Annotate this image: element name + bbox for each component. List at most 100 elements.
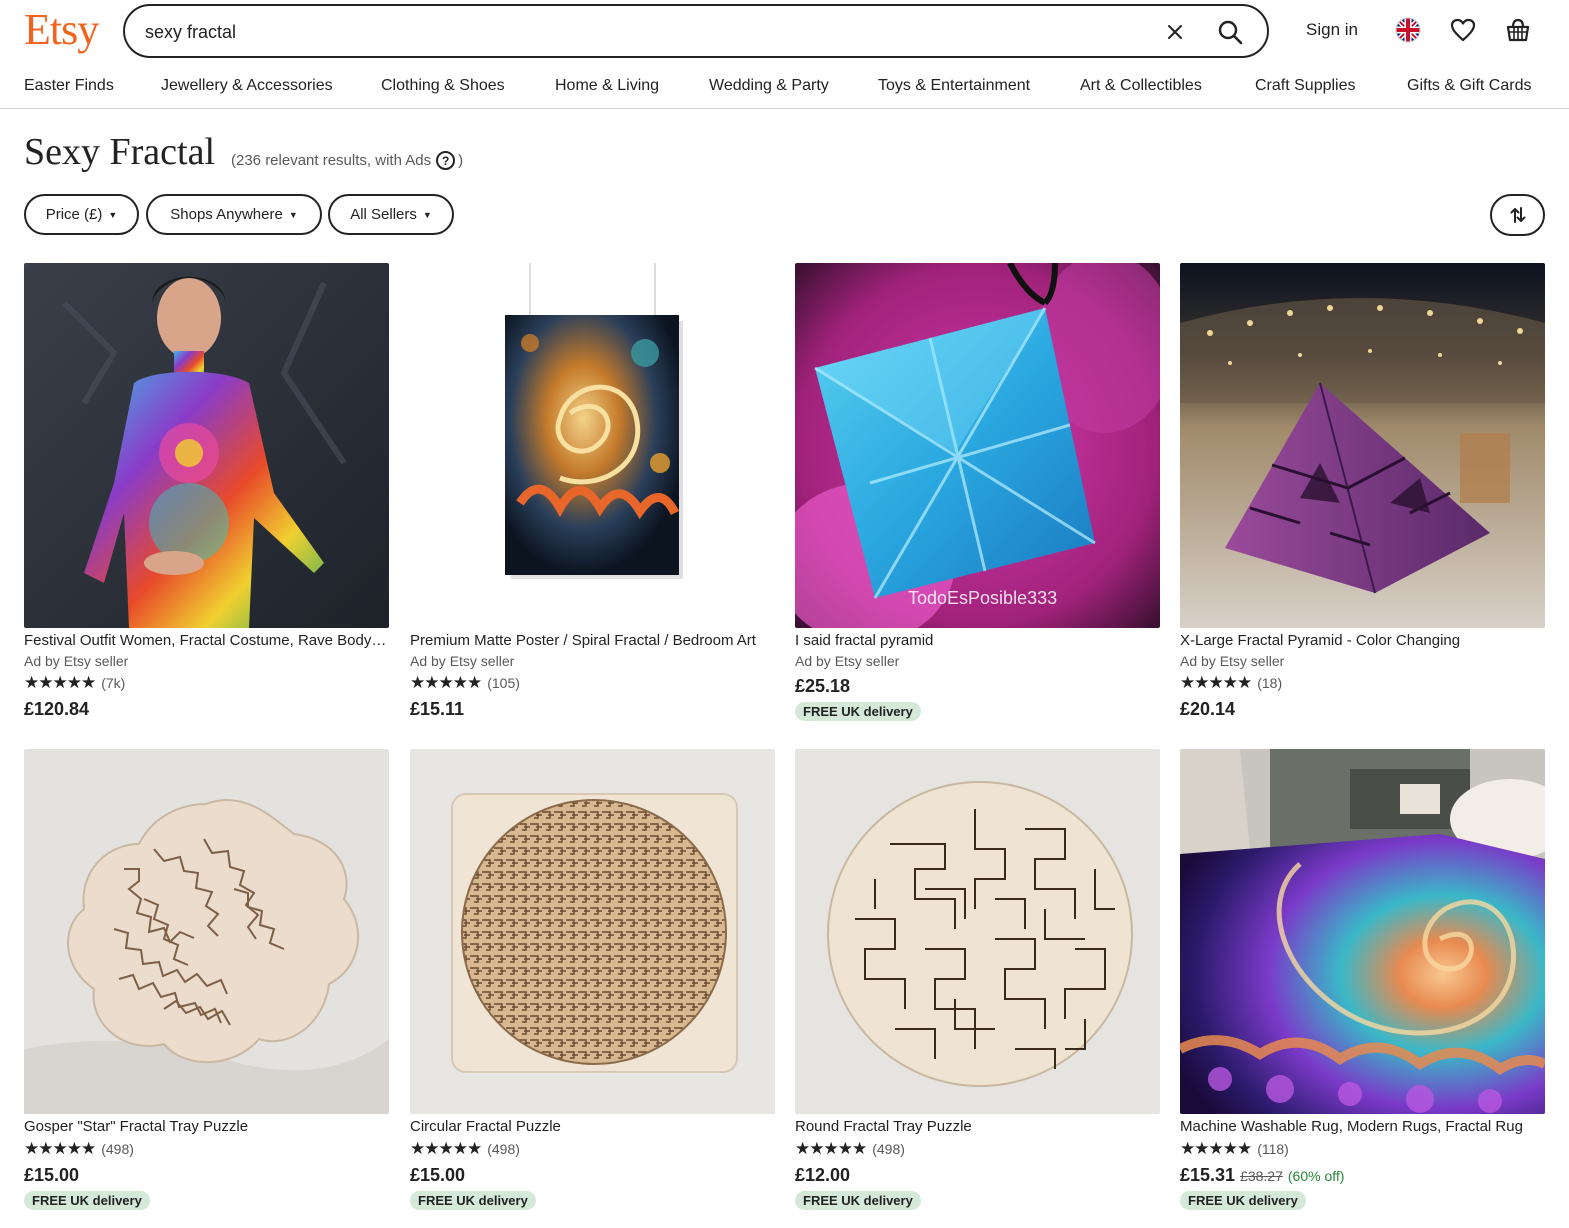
- nav-item-clothing[interactable]: Clothing & Shoes: [381, 77, 505, 95]
- price: £20.14: [1180, 699, 1236, 719]
- review-count: (105): [487, 675, 520, 691]
- product-title[interactable]: Round Fractal Tray Puzzle: [795, 1117, 1160, 1136]
- product-title[interactable]: Circular Fractal Puzzle: [410, 1117, 775, 1136]
- product-card[interactable]: Festival Outfit Women, Fractal Costume, …: [24, 263, 389, 721]
- sellers-filter-label: All Sellers: [350, 206, 417, 223]
- product-card[interactable]: Machine Washable Rug, Modern Rugs, Fract…: [1180, 749, 1545, 1210]
- star-rating-icon: ★★★★★: [1180, 1139, 1252, 1158]
- price: £12.00: [795, 1165, 851, 1185]
- page-title: Sexy Fractal: [24, 131, 216, 173]
- nav-item-toys[interactable]: Toys & Entertainment: [878, 77, 1030, 95]
- product-image[interactable]: TodoEsPosible333: [795, 263, 1160, 628]
- product-title[interactable]: Premium Matte Poster / Spiral Fractal / …: [410, 631, 775, 650]
- free-delivery-badge: FREE UK delivery: [795, 1191, 921, 1210]
- product-title[interactable]: I said fractal pyramid: [795, 631, 1160, 650]
- caret-down-icon: ▼: [108, 209, 118, 220]
- review-count: (18): [1257, 675, 1283, 691]
- product-image[interactable]: [1180, 749, 1545, 1114]
- star-rating-icon: ★★★★★: [24, 673, 96, 692]
- product-image[interactable]: [24, 263, 389, 628]
- original-price: £38.27: [1240, 1168, 1283, 1184]
- price: £25.18: [795, 676, 851, 696]
- header: Etsy Sign in: [0, 0, 1569, 62]
- sign-in-button[interactable]: Sign in: [1294, 16, 1370, 44]
- product-card[interactable]: TodoEsPosible333 I said fractal pyramid …: [795, 263, 1160, 721]
- product-card[interactable]: Circular Fractal Puzzle ★★★★★ (498) £15.…: [410, 749, 775, 1210]
- search-icon: [1218, 20, 1243, 45]
- product-card[interactable]: Gosper "Star" Fractal Tray Puzzle ★★★★★ …: [24, 749, 389, 1210]
- star-rating-icon: ★★★★★: [1180, 673, 1252, 692]
- product-image[interactable]: [795, 749, 1160, 1114]
- result-count-close: ): [458, 152, 464, 169]
- product-image[interactable]: [410, 263, 775, 628]
- discount-label: (60% off): [1287, 1168, 1345, 1184]
- caret-down-icon: ▼: [288, 209, 298, 220]
- sort-button[interactable]: [1490, 194, 1545, 236]
- product-title[interactable]: Festival Outfit Women, Fractal Costume, …: [24, 631, 389, 650]
- price: £15.31: [1180, 1165, 1236, 1185]
- nav-item-art[interactable]: Art & Collectibles: [1080, 77, 1202, 95]
- ad-label: Ad by Etsy seller: [410, 653, 515, 669]
- product-image[interactable]: [1180, 263, 1545, 628]
- clear-search-button[interactable]: [1161, 18, 1189, 46]
- product-title[interactable]: X-Large Fractal Pyramid - Color Changing: [1180, 631, 1545, 650]
- uk-flag-icon: [1395, 17, 1421, 43]
- star-rating-icon: ★★★★★: [410, 1139, 482, 1158]
- price-row: £15.31 £38.27 (60% off): [1180, 1165, 1545, 1187]
- nav-item-wedding[interactable]: Wedding & Party: [709, 77, 829, 95]
- sellers-filter-button[interactable]: All Sellers ▼: [328, 194, 454, 235]
- price-row: £15.00: [410, 1165, 775, 1187]
- rating: ★★★★★ (498): [795, 1139, 1160, 1159]
- rating: ★★★★★ (105): [410, 673, 775, 693]
- price-filter-button[interactable]: Price (£) ▼: [24, 194, 139, 235]
- nav-item-jewellery[interactable]: Jewellery & Accessories: [161, 77, 333, 95]
- free-delivery-badge: FREE UK delivery: [795, 702, 921, 721]
- price-row: £120.84: [24, 699, 389, 721]
- review-count: (7k): [101, 675, 126, 691]
- heart-icon: [1450, 18, 1476, 42]
- caret-down-icon: ▼: [422, 209, 432, 220]
- result-count: (236 relevant results, with Ads ? ): [231, 151, 463, 170]
- review-count: (498): [487, 1141, 520, 1157]
- shops-filter-button[interactable]: Shops Anywhere ▼: [146, 194, 322, 235]
- cart-button[interactable]: [1502, 14, 1534, 46]
- price-row: £25.18: [795, 676, 1160, 698]
- star-rating-icon: ★★★★★: [410, 673, 482, 692]
- product-card[interactable]: Premium Matte Poster / Spiral Fractal / …: [410, 263, 775, 721]
- product-card[interactable]: Round Fractal Tray Puzzle ★★★★★ (498) £1…: [795, 749, 1160, 1210]
- price: £15.11: [410, 699, 465, 719]
- close-icon: [1168, 25, 1182, 39]
- price: £15.00: [24, 1165, 80, 1185]
- watermark-text: TodoEsPosible333: [908, 588, 1057, 608]
- nav-item-easter-finds[interactable]: Easter Finds: [24, 77, 114, 95]
- result-count-text: (236 relevant results, with Ads: [231, 152, 432, 169]
- search-button[interactable]: [1213, 15, 1247, 49]
- favorites-button[interactable]: [1447, 14, 1479, 46]
- review-count: (498): [101, 1141, 134, 1157]
- rating: ★★★★★ (498): [24, 1139, 389, 1159]
- product-card[interactable]: X-Large Fractal Pyramid - Color Changing…: [1180, 263, 1545, 721]
- help-icon[interactable]: ?: [436, 151, 456, 170]
- product-image[interactable]: [410, 749, 775, 1114]
- category-nav: Easter Finds Jewellery & Accessories Clo…: [0, 62, 1569, 109]
- product-title[interactable]: Gosper "Star" Fractal Tray Puzzle: [24, 1117, 389, 1136]
- rating: ★★★★★ (18): [1180, 673, 1545, 693]
- ad-label: Ad by Etsy seller: [795, 653, 900, 669]
- shops-filter-label: Shops Anywhere: [170, 206, 283, 223]
- nav-item-gifts[interactable]: Gifts & Gift Cards: [1407, 77, 1531, 95]
- etsy-logo[interactable]: Etsy: [24, 4, 99, 55]
- rating: ★★★★★ (118): [1180, 1139, 1545, 1159]
- basket-icon: [1506, 18, 1530, 42]
- price: £120.84: [24, 699, 90, 719]
- nav-item-craft[interactable]: Craft Supplies: [1255, 77, 1356, 95]
- search-input[interactable]: [145, 18, 1125, 46]
- rating: ★★★★★ (7k): [24, 673, 389, 693]
- product-title[interactable]: Machine Washable Rug, Modern Rugs, Fract…: [1180, 1117, 1545, 1136]
- region-button[interactable]: [1392, 14, 1424, 46]
- price-row: £20.14: [1180, 699, 1545, 721]
- product-image[interactable]: [24, 749, 389, 1114]
- review-count: (118): [1257, 1141, 1289, 1157]
- free-delivery-badge: FREE UK delivery: [410, 1191, 536, 1210]
- price-row: £12.00: [795, 1165, 1160, 1187]
- nav-item-home-living[interactable]: Home & Living: [555, 77, 659, 95]
